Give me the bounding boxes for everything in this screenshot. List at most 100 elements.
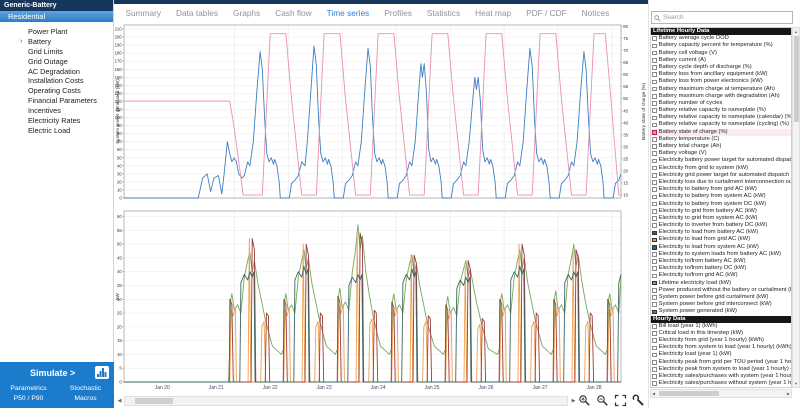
checkbox[interactable] xyxy=(652,58,657,63)
checkbox[interactable] xyxy=(652,187,657,192)
checkbox[interactable] xyxy=(652,331,657,336)
checkbox[interactable] xyxy=(652,166,657,171)
checkbox[interactable] xyxy=(652,151,657,156)
sidebar-item-ac-degradation[interactable]: AC Degradation xyxy=(0,67,113,77)
list-item-electricity-to-from-grid-ac-kw[interactable]: Electricity to/from grid AC (kW) xyxy=(651,272,791,279)
list-item-system-power-generated-kw[interactable]: System power generated (kW) xyxy=(651,308,791,315)
list-item-battery-capacity-percent-for-temperature[interactable]: Battery capacity percent for temperature… xyxy=(651,42,791,49)
checkbox[interactable] xyxy=(652,367,657,372)
search-input[interactable] xyxy=(663,14,783,21)
checkbox[interactable] xyxy=(652,223,657,228)
series-list-h-scrollbar[interactable]: ◀ ▶ xyxy=(650,389,792,398)
list-item-battery-loss-from-power-electronics-kw[interactable]: Battery loss from power electronics (kW) xyxy=(651,78,791,85)
checkbox[interactable] xyxy=(652,87,657,92)
list-item-battery-maximum-charge-at-temperature-ah[interactable]: Battery maximum charge at temperature (A… xyxy=(651,86,791,93)
checkbox[interactable] xyxy=(652,202,657,207)
checkbox[interactable] xyxy=(652,310,657,315)
macros-button[interactable]: Macros xyxy=(57,395,114,402)
list-item-electricity-to-load-from-grid-ac-kw[interactable]: Electricity to load from grid AC (kW) xyxy=(651,236,791,243)
checkbox[interactable] xyxy=(652,374,657,379)
checkbox[interactable] xyxy=(652,123,657,128)
list-item-electricity-to-system-loads-from-battery-ac-kw[interactable]: Electricity to system loads from battery… xyxy=(651,251,791,258)
list-section-header-hourly-data[interactable]: Hourly Data xyxy=(651,316,791,323)
list-item-battery-relative-capacity-to-nameplate-cycling[interactable]: Battery relative capacity to nameplate (… xyxy=(651,121,791,128)
checkbox[interactable] xyxy=(652,195,657,200)
sidebar-item-operating-costs[interactable]: Operating Costs xyxy=(0,86,113,96)
checkbox[interactable] xyxy=(652,295,657,300)
list-item-battery-total-charge-ah[interactable]: Battery total charge (Ah) xyxy=(651,143,791,150)
list-item-electricity-load-year-1-kw[interactable]: Electricity load (year 1) (kW) xyxy=(651,351,791,358)
list-item-battery-loss-from-ancillary-equipment-kw[interactable]: Battery loss from ancillary equipment (k… xyxy=(651,71,791,78)
list-item-battery-relative-capacity-to-nameplate-calendar[interactable]: Battery relative capacity to nameplate (… xyxy=(651,114,791,121)
list-item-lifetime-electricity-load-kw[interactable]: Lifetime electricity load (kW) xyxy=(651,280,791,287)
checkbox[interactable] xyxy=(652,159,657,164)
tab-graphs[interactable]: Graphs xyxy=(225,8,267,18)
list-item-bill-load-year-1-kwh[interactable]: Bill load (year 1) (kWh) xyxy=(651,323,791,330)
checkbox[interactable] xyxy=(652,324,657,329)
checkbox[interactable] xyxy=(652,130,657,135)
tab-pdf-cdf[interactable]: PDF / CDF xyxy=(519,8,575,18)
list-item-electricity-sales-purchases-without-system-year-1-hourly[interactable]: Electricity sales/purchases without syst… xyxy=(651,380,791,387)
list-item-battery-state-of-charge[interactable]: Battery state of charge (%) xyxy=(651,129,791,136)
tab-statistics[interactable]: Statistics xyxy=(419,8,467,18)
zoom-in-icon[interactable] xyxy=(576,393,592,408)
list-item-battery-temperature-c[interactable]: Battery temperature (C) xyxy=(651,136,791,143)
checkbox[interactable] xyxy=(652,180,657,185)
checkbox[interactable] xyxy=(652,381,657,386)
series-list-v-scrollbar[interactable]: ▲ ▼ xyxy=(792,27,800,388)
list-scroll-right-icon[interactable]: ▶ xyxy=(787,391,790,397)
checkbox[interactable] xyxy=(652,346,657,351)
sidebar-item-grid-limits[interactable]: Grid Limits xyxy=(0,47,113,57)
list-item-electricity-to-inverter-from-battery-dc-kw[interactable]: Electricity to inverter from battery DC … xyxy=(651,222,791,229)
v-scrollbar-thumb[interactable] xyxy=(794,36,799,122)
checkbox[interactable] xyxy=(652,65,657,70)
checkbox[interactable] xyxy=(652,281,657,286)
sidebar-item-electric-load[interactable]: Electric Load xyxy=(0,126,113,136)
sidebar-item-power-plant[interactable]: Power Plant xyxy=(0,27,113,37)
checkbox[interactable] xyxy=(652,245,657,250)
checkbox[interactable] xyxy=(652,101,657,106)
scroll-down-icon[interactable]: ▼ xyxy=(793,381,799,386)
list-item-power-produced-without-the-battery-or-curtailment-kw[interactable]: Power produced without the battery or cu… xyxy=(651,287,791,294)
stochastic-button[interactable]: Stochastic xyxy=(57,385,114,392)
checkbox[interactable] xyxy=(652,72,657,77)
chart-h-scrollbar-thumb[interactable] xyxy=(135,398,173,404)
tab-profiles[interactable]: Profiles xyxy=(377,8,420,18)
list-item-electricity-to-battery-from-grid-ac-kw[interactable]: Electricity to battery from grid AC (kW) xyxy=(651,186,791,193)
simulate-button[interactable]: Simulate > xyxy=(30,368,75,378)
scroll-left-icon[interactable]: ◀ xyxy=(115,396,124,406)
checkbox[interactable] xyxy=(652,173,657,178)
checkbox[interactable] xyxy=(652,94,657,99)
tab-notices[interactable]: Notices xyxy=(574,8,617,18)
scroll-up-icon[interactable]: ▲ xyxy=(793,29,799,34)
tab-cash-flow[interactable]: Cash flow xyxy=(268,8,319,18)
list-item-battery-number-of-cycles[interactable]: Battery number of cycles xyxy=(651,100,791,107)
search-box[interactable] xyxy=(651,11,793,24)
list-item-system-power-before-grid-interconnect-kw[interactable]: System power before grid interconnect (k… xyxy=(651,301,791,308)
checkbox[interactable] xyxy=(652,36,657,41)
list-item-battery-maximum-charge-with-degradation-ah[interactable]: Battery maximum charge with degradation … xyxy=(651,93,791,100)
list-item-electricity-loss-due-to-curtailment-interconnection-outage-kw[interactable]: Electricity loss due to curtailment inte… xyxy=(651,179,791,186)
checkbox[interactable] xyxy=(652,144,657,149)
checkbox[interactable] xyxy=(652,108,657,113)
checkbox[interactable] xyxy=(652,353,657,358)
list-scroll-left-icon[interactable]: ◀ xyxy=(652,391,655,397)
checkbox[interactable] xyxy=(652,274,657,279)
checkbox[interactable] xyxy=(652,51,657,56)
zoom-out-icon[interactable] xyxy=(594,393,610,408)
checkbox[interactable] xyxy=(652,259,657,264)
checkbox[interactable] xyxy=(652,137,657,142)
checkbox[interactable] xyxy=(652,80,657,85)
list-item-electricity-to-grid-from-battery-ac-kw[interactable]: Electricity to grid from battery AC (kW) xyxy=(651,208,791,215)
tab-heat-map[interactable]: Heat map xyxy=(468,8,519,18)
checkbox[interactable] xyxy=(652,302,657,307)
sidebar-item-installation-costs[interactable]: Installation Costs xyxy=(0,76,113,86)
checkbox[interactable] xyxy=(652,116,657,121)
list-item-electricity-from-grid-to-system-kw[interactable]: Electricity from grid to system (kW) xyxy=(651,165,791,172)
list-item-system-power-before-grid-curtailment-kw[interactable]: System power before grid curtailment (kW… xyxy=(651,294,791,301)
tab-data-tables[interactable]: Data tables xyxy=(169,8,226,18)
checkbox[interactable] xyxy=(652,209,657,214)
sidebar-item-battery[interactable]: ›Battery xyxy=(0,37,113,47)
checkbox[interactable] xyxy=(652,44,657,49)
case-tab-title[interactable]: Generic-Battery xyxy=(0,0,113,11)
